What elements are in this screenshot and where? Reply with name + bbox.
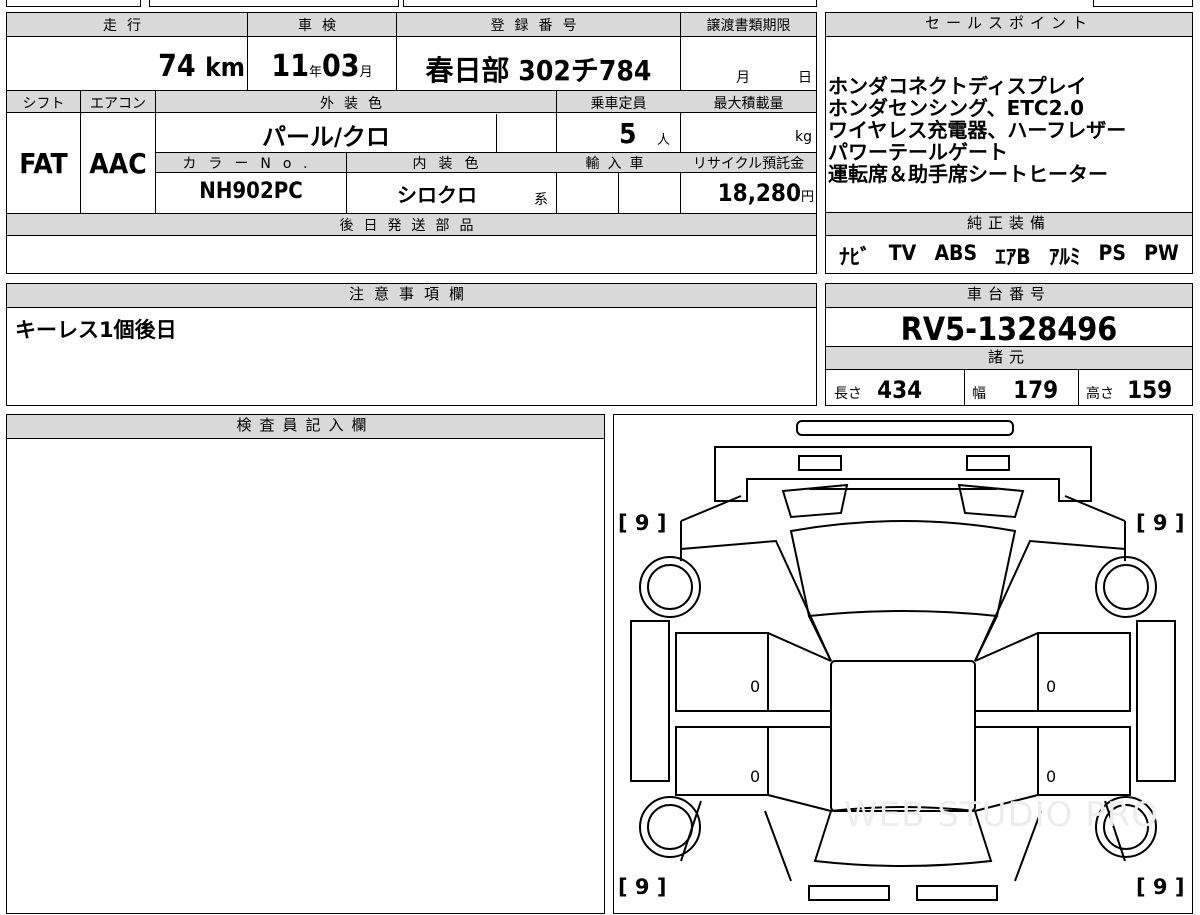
watermark: WEB STUDIO PRO [844,795,1160,835]
tire-front-left-grade: [ 9 ] [618,511,667,535]
notes-label: 注意事項欄 [7,284,816,308]
vehicle-damage-diagram: [ 9 ] [ 9 ] [ 9 ] [ 9 ] 0 0 0 0 WEB STUD… [613,414,1193,914]
registration-value: 春日部 302チ784 [425,54,652,87]
equipment-list: ﾅﾋﾞ TV ABS ｴｱB ｱﾙﾐ PS PW [826,241,1192,271]
sales-points-label: セールスポイント [826,13,1192,37]
vehicle-info-table: 走行 車検 登録番号 譲渡書類期限 74 km 11年03月 春日部 302チ7… [6,12,817,274]
equipment-item: ｴｱB [995,245,1031,269]
car-outline-svg [630,420,1176,901]
spec-width: 幅 179 [972,376,1059,404]
mileage-label: 走行 [103,18,151,34]
door-front-left-mark: 0 [750,677,761,696]
color-no-value: NH902PC [199,179,303,204]
max-load-label: 最大積載量 [713,96,784,112]
notes-panel: 注意事項欄 キーレス1個後日 [6,283,817,406]
specs-label: 諸元 [826,346,1192,370]
aircon-value: AAC [89,147,147,180]
door-rear-left-mark: 0 [750,767,761,786]
tire-rear-right-grade: [ 9 ] [1136,875,1185,899]
inspector-panel: 検査員記入欄 [6,414,605,914]
equipment-item: PW [1144,241,1179,265]
chassis-label: 車台番号 [826,284,1192,308]
chassis-panel: 車台番号 RV5-1328496 諸元 長さ 434 幅 179 高さ 159 [825,283,1193,406]
tire-front-right-grade: [ 9 ] [1136,511,1185,535]
inspector-label: 検査員記入欄 [7,415,604,439]
shift-value: FAT [19,147,68,180]
spec-height: 高さ 159 [1086,376,1173,404]
interior-color-suffix: 系 [534,192,548,208]
max-load-value: kg [795,129,812,145]
mileage-value: 74 km [158,49,245,84]
registration-label: 登録番号 [490,18,587,34]
door-front-right-mark: 0 [1046,677,1057,696]
interior-color-value: シロクロ [397,183,477,207]
equipment-item: PS [1098,241,1126,265]
aircon-label: エアコン [90,96,146,112]
equipment-item: ﾅﾋﾞ [839,245,871,269]
transfer-deadline-label: 譲渡書類期限 [706,18,791,34]
import-label: 輸入車 [585,156,652,172]
shift-label: シフト [22,96,65,112]
sales-points-panel: セールスポイント ホンダコネクトディスプレイ ホンダセンシング、ETC2.0 ワ… [825,12,1193,274]
recycle-label: リサイクル預託金 [692,156,805,172]
chassis-number: RV5-1328496 [900,310,1118,348]
inspection-value: 11年03月 [271,49,373,84]
recycle-value: 18,280円 [717,179,814,207]
color-no-label: カラーNo. [182,156,320,172]
inspection-label: 車検 [298,18,346,34]
equipment-item: TV [888,241,917,265]
later-parts-label: 後日発送部品 [339,218,484,234]
spec-length: 長さ 434 [834,376,923,404]
interior-color-label: 内装色 [412,156,491,172]
exterior-color-value: パール/クロ [262,123,390,151]
sales-points-list: ホンダコネクトディスプレイ ホンダセンシング、ETC2.0 ワイヤレス充電器、ハ… [828,73,1190,187]
equipment-label: 純正装備 [826,212,1192,236]
sales-point-line: 運転席＆助手席シートヒーター [828,162,1108,186]
equipment-item: ｱﾙﾐ [1048,245,1081,269]
tire-rear-left-grade: [ 9 ] [618,875,667,899]
top-cutoff-strip [0,0,1200,8]
exterior-color-label: 外装色 [320,96,392,112]
equipment-item: ABS [934,241,978,265]
capacity-label: 乗車定員 [590,96,647,112]
door-rear-right-mark: 0 [1046,767,1057,786]
notes-text: キーレス1個後日 [15,318,177,342]
